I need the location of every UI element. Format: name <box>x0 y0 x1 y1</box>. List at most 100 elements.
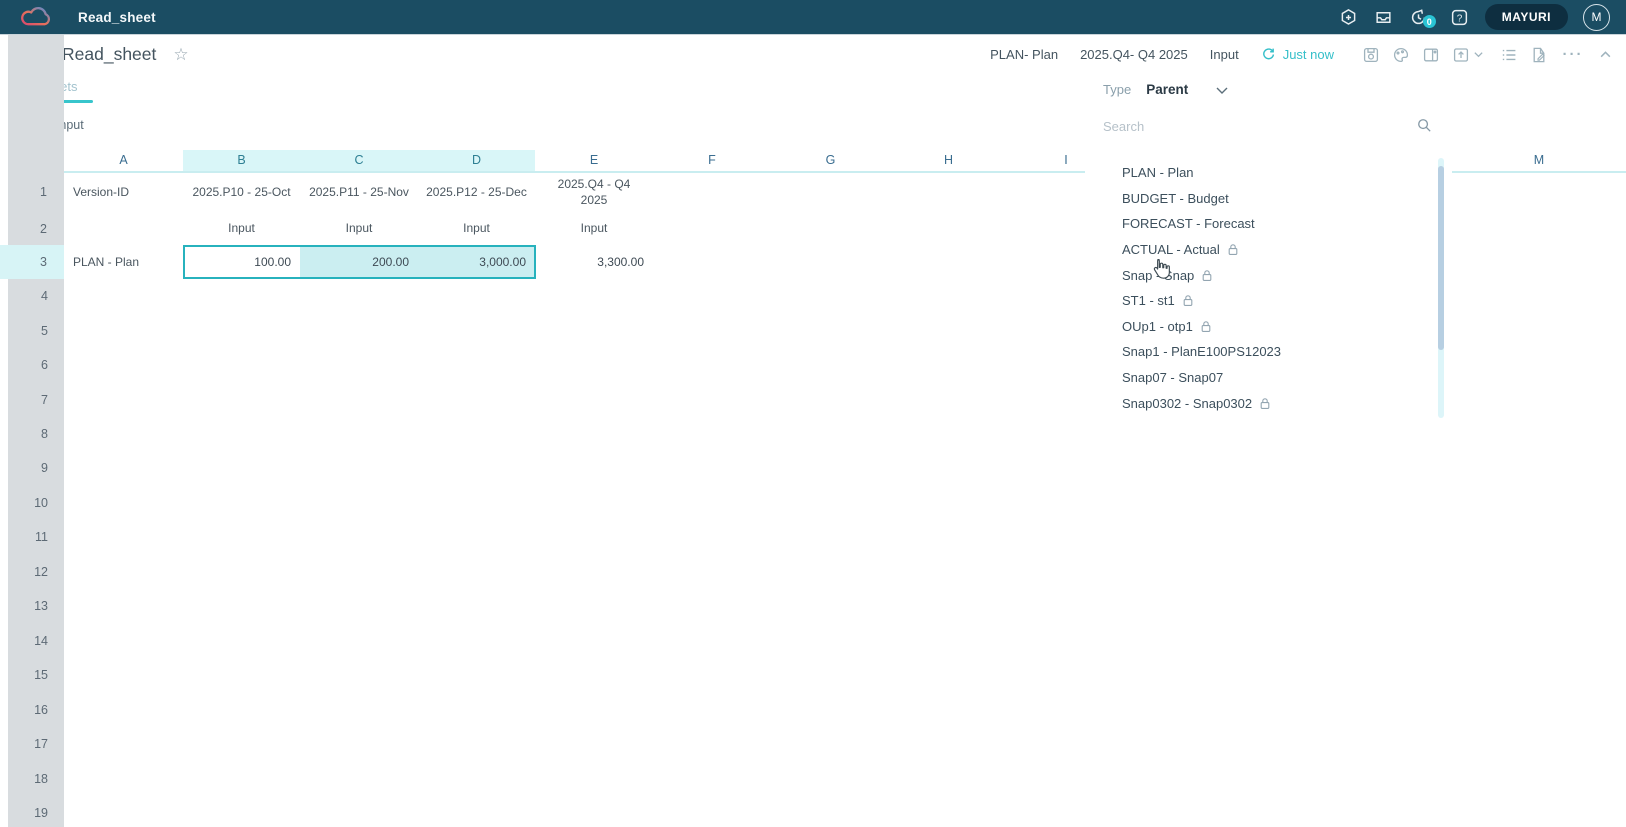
user-pill[interactable]: MAYURI <box>1485 4 1568 30</box>
top-navigation-bar: Read_sheet 0 <box>0 0 1626 34</box>
settings-icon[interactable] <box>1339 7 1359 27</box>
lock-icon <box>1200 320 1212 333</box>
row-number[interactable]: 2 <box>0 212 64 245</box>
grid-row-10: 10 <box>0 486 1626 520</box>
row-number[interactable]: 14 <box>0 624 64 658</box>
grid-row-17: 17 <box>0 727 1626 761</box>
version-list-item[interactable]: Snap0302 - Snap0302 <box>1085 390 1425 416</box>
cell-a1[interactable]: Version-ID <box>64 172 183 212</box>
row-number[interactable]: 7 <box>0 382 64 416</box>
cell-d3-selected[interactable]: 3,000.00 <box>418 245 535 279</box>
column-header-g[interactable]: G <box>771 150 890 171</box>
brand-cloud-logo[interactable] <box>18 6 56 29</box>
version-list-item[interactable]: OUp1 - otp1 <box>1085 314 1425 340</box>
type-chevron-down-icon[interactable] <box>1215 84 1229 96</box>
version-item-label: ST1 - st1 <box>1122 293 1175 308</box>
grid-row-13: 13 <box>0 589 1626 623</box>
version-item-label: Snap07 - Snap07 <box>1122 370 1223 385</box>
row-number[interactable]: 17 <box>0 727 64 761</box>
type-value[interactable]: Parent <box>1146 82 1188 97</box>
history-icon[interactable]: 0 <box>1409 7 1429 27</box>
row-number[interactable]: 15 <box>0 658 64 692</box>
row-number[interactable]: 18 <box>0 761 64 795</box>
column-header-h[interactable]: H <box>890 150 1007 171</box>
version-item-label: ACTUAL - Actual <box>1122 242 1220 257</box>
lock-icon <box>1227 243 1239 256</box>
version-list-item[interactable]: Snap1 - PlanE100PS12023 <box>1085 339 1425 365</box>
grid-row-19: 19 <box>0 796 1626 827</box>
grid-row-15: 15 <box>0 658 1626 692</box>
version-item-label: Snap - Snap <box>1122 268 1194 283</box>
grid-row-16: 16 <box>0 692 1626 726</box>
column-header-a[interactable]: A <box>64 150 183 171</box>
version-picker-panel: Type Parent PLAN - Plan BUDGET - Budget FO… <box>1085 74 1452 426</box>
cell-c3-selected[interactable]: 200.00 <box>300 245 418 279</box>
version-list-item[interactable]: Snap07 - Snap07 <box>1085 365 1425 391</box>
row-number-selected[interactable]: 3 <box>0 245 64 279</box>
version-list-item[interactable]: Snap - Snap <box>1085 262 1425 288</box>
column-header-b[interactable]: B <box>183 150 300 171</box>
row-number[interactable]: 13 <box>0 589 64 623</box>
cell-c2[interactable]: Input <box>300 212 418 245</box>
type-selector: Type Parent <box>1103 82 1229 97</box>
grid-row-9: 9 <box>0 451 1626 485</box>
cell-e2[interactable]: Input <box>535 212 653 245</box>
version-item-label: PLAN - Plan <box>1122 165 1194 180</box>
version-item-label: OUp1 - otp1 <box>1122 319 1193 334</box>
grid-row-12: 12 <box>0 555 1626 589</box>
column-header-d[interactable]: D <box>418 150 535 171</box>
search-input[interactable] <box>1103 114 1398 138</box>
row-number[interactable]: 6 <box>0 348 64 382</box>
help-icon[interactable]: ? <box>1450 7 1470 27</box>
row-number[interactable]: 12 <box>0 555 64 589</box>
lock-icon <box>1259 397 1271 410</box>
cell-b3-active[interactable]: 100.00 <box>183 245 300 279</box>
cell-e1-text: 2025.Q4 - Q4 2025 <box>550 176 638 208</box>
search-icon[interactable] <box>1416 117 1433 139</box>
version-list-item[interactable]: FORECAST - Forecast <box>1085 211 1425 237</box>
type-label: Type <box>1103 82 1131 97</box>
user-avatar[interactable]: M <box>1583 4 1610 31</box>
version-item-label: Snap0302 - Snap0302 <box>1122 396 1252 411</box>
cell-d1[interactable]: 2025.P12 - 25-Dec <box>418 172 535 212</box>
column-header-f[interactable]: F <box>653 150 771 171</box>
row-number[interactable]: 10 <box>0 486 64 520</box>
column-header-m[interactable]: M <box>1452 150 1626 171</box>
version-item-label: FORECAST - Forecast <box>1122 216 1255 231</box>
search-row <box>1103 114 1433 140</box>
history-badge: 0 <box>1423 15 1436 28</box>
row-number[interactable]: 4 <box>0 279 64 313</box>
app-window: Read_sheet 0 <box>0 0 1626 827</box>
version-item-label: BUDGET - Budget <box>1122 191 1229 206</box>
version-item-label: Snap1 - PlanE100PS12023 <box>1122 344 1281 359</box>
row-number[interactable]: 16 <box>0 692 64 726</box>
cell-b1[interactable]: 2025.P10 - 25-Oct <box>183 172 300 212</box>
svg-text:?: ? <box>1457 13 1463 24</box>
column-header-e[interactable]: E <box>535 150 653 171</box>
lock-icon <box>1201 269 1213 282</box>
lock-icon <box>1182 294 1194 307</box>
version-list: PLAN - Plan BUDGET - Budget FORECAST - For… <box>1085 160 1425 416</box>
grid-row-18: 18 <box>0 761 1626 795</box>
grid-row-14: 14 <box>0 624 1626 658</box>
row-number[interactable]: 8 <box>0 417 64 451</box>
row-number[interactable]: 9 <box>0 451 64 485</box>
version-list-item[interactable]: ACTUAL - Actual <box>1085 237 1425 263</box>
row-number[interactable]: 1 <box>0 172 64 212</box>
cell-d2[interactable]: Input <box>418 212 535 245</box>
panel-scrollbar-thumb[interactable] <box>1438 166 1444 350</box>
row-number[interactable]: 11 <box>0 520 64 554</box>
version-list-item[interactable]: BUDGET - Budget <box>1085 186 1425 212</box>
cell-e3[interactable]: 3,300.00 <box>535 245 653 279</box>
app-title: Read_sheet <box>78 10 156 25</box>
inbox-icon[interactable] <box>1374 7 1394 27</box>
row-number[interactable]: 5 <box>0 313 64 347</box>
version-list-item[interactable]: ST1 - st1 <box>1085 288 1425 314</box>
cell-b2[interactable]: Input <box>183 212 300 245</box>
cell-e1[interactable]: 2025.Q4 - Q4 2025 <box>535 172 653 212</box>
cell-a3[interactable]: PLAN - Plan <box>64 245 183 279</box>
cell-c1[interactable]: 2025.P11 - 25-Nov <box>300 172 418 212</box>
row-number[interactable]: 19 <box>0 796 64 827</box>
column-header-c[interactable]: C <box>300 150 418 171</box>
version-list-item[interactable]: PLAN - Plan <box>1085 160 1425 186</box>
